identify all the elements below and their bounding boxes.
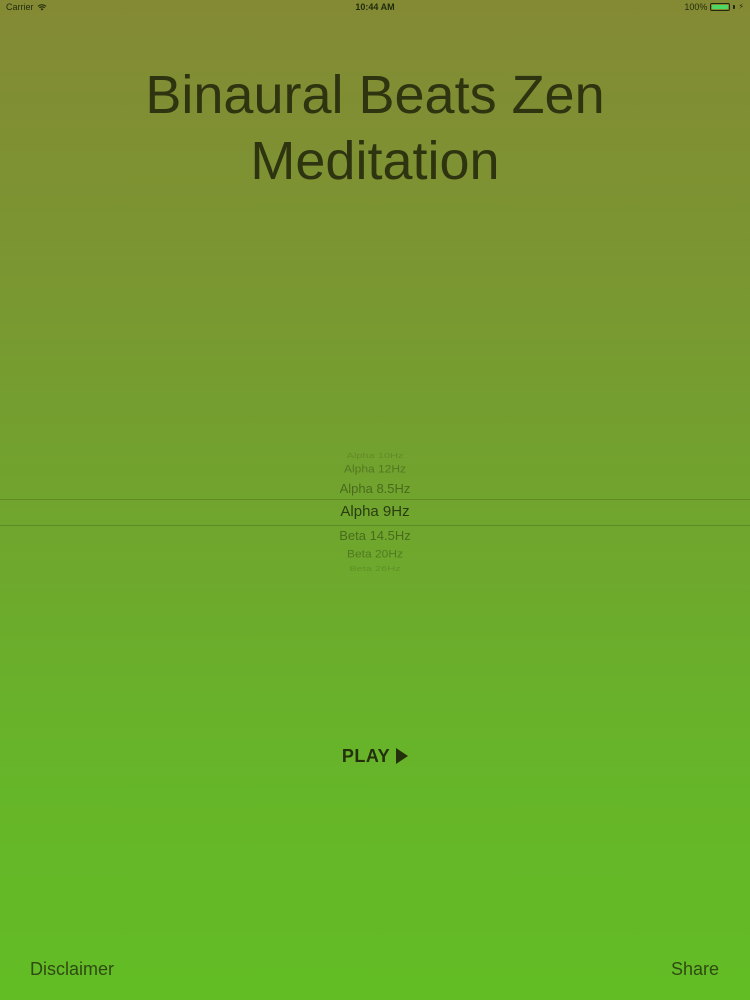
play-label: PLAY	[341, 745, 391, 766]
picker-item[interactable]: Beta 20Hz	[0, 548, 750, 561]
share-link[interactable]: Share	[671, 959, 719, 980]
battery-percent: 100%	[684, 2, 708, 12]
title-line-1: Binaural Beats Zen	[145, 65, 605, 125]
play-button[interactable]: PLAY	[325, 744, 425, 768]
picker-item[interactable]: Beta 26Hz	[0, 565, 750, 573]
battery-cap	[733, 5, 736, 9]
battery-fill	[712, 5, 729, 9]
charging-bolt-icon: ⚡︎	[738, 2, 744, 11]
app-title: Binaural Beats Zen Meditation	[0, 62, 750, 194]
picker-selection-line-bottom	[0, 525, 750, 526]
picker-item[interactable]: Alpha 10Hz	[0, 452, 750, 460]
status-time: 10:44 AM	[355, 2, 395, 12]
status-bar: Carrier 10:44 AM 100% ⚡︎	[0, 0, 750, 16]
battery-icon	[710, 3, 731, 11]
frequency-picker[interactable]: Alpha 10Hz Alpha 12Hz Alpha 8.5Hz Alpha …	[0, 446, 750, 576]
picker-item[interactable]: Beta 14.5Hz	[0, 528, 750, 543]
title-line-2: Meditation	[250, 131, 500, 191]
play-triangle-icon	[396, 748, 409, 764]
picker-item[interactable]: Alpha 8.5Hz	[0, 481, 750, 496]
picker-item[interactable]: Alpha 12Hz	[0, 463, 750, 476]
picker-selection-line-top	[0, 499, 750, 500]
disclaimer-link[interactable]: Disclaimer	[30, 959, 114, 980]
status-right: 100% ⚡︎	[684, 2, 744, 12]
picker-item-selected[interactable]: Alpha 9Hz	[0, 503, 750, 520]
